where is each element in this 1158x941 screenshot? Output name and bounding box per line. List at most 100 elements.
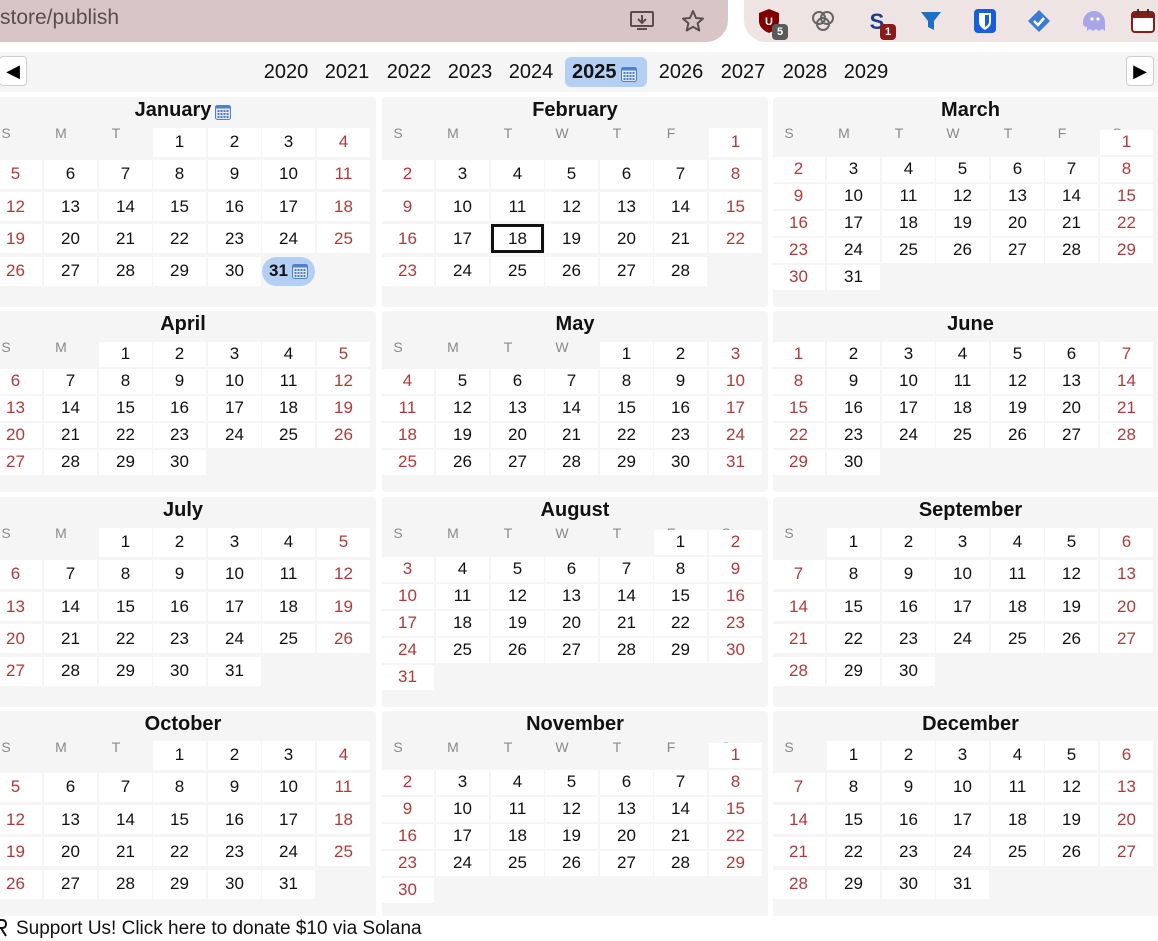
month-title[interactable]: April <box>0 313 376 336</box>
day-cell[interactable]: 9 <box>381 796 434 822</box>
month-title[interactable]: May <box>382 313 768 336</box>
day-cell[interactable]: 21 <box>1100 395 1153 421</box>
day-cell[interactable]: 26 <box>491 637 544 663</box>
day-cell[interactable]: 10 <box>436 796 489 822</box>
day-cell[interactable]: 22 <box>600 422 653 448</box>
day-cell[interactable]: 23 <box>208 837 261 867</box>
day-cell[interactable]: 15 <box>709 796 762 822</box>
day-cell[interactable]: 23 <box>381 850 434 876</box>
day-cell[interactable]: 8 <box>153 772 206 802</box>
month-title[interactable]: February <box>382 99 768 122</box>
bookmark-star-icon[interactable] <box>676 4 710 38</box>
day-cell[interactable]: 22 <box>1100 210 1153 236</box>
month-title[interactable]: November <box>382 713 768 736</box>
day-cell[interactable]: 27 <box>0 449 42 475</box>
day-cell[interactable]: 31 <box>262 869 315 899</box>
day-cell[interactable]: 18 <box>317 192 370 222</box>
month-title[interactable]: September <box>773 499 1158 522</box>
day-cell[interactable]: 3 <box>208 341 261 367</box>
day-cell[interactable]: 8 <box>827 772 880 802</box>
year-2024[interactable]: 2024 <box>507 57 555 87</box>
day-cell[interactable]: 9 <box>153 559 206 589</box>
day-cell[interactable]: 9 <box>208 159 261 189</box>
day-cell[interactable]: 25 <box>317 224 370 254</box>
day-cell[interactable]: 30 <box>709 637 762 663</box>
day-cell[interactable]: 4 <box>991 740 1044 770</box>
day-cell[interactable]: 9 <box>772 183 825 209</box>
day-cell[interactable]: 10 <box>262 772 315 802</box>
day-cell[interactable]: 2 <box>882 740 935 770</box>
day-cell[interactable]: 18 <box>882 210 935 236</box>
day-cell[interactable]: 31 <box>709 449 762 475</box>
day-cell[interactable]: 27 <box>600 256 653 286</box>
day-cell[interactable]: 3 <box>882 341 935 367</box>
day-cell[interactable]: 22 <box>709 224 762 254</box>
day-cell[interactable]: 19 <box>0 837 42 867</box>
day-cell[interactable]: 1 <box>99 341 152 367</box>
day-cell[interactable]: 23 <box>208 224 261 254</box>
day-cell[interactable]: 16 <box>208 805 261 835</box>
day-cell[interactable]: 9 <box>709 556 762 582</box>
year-2020[interactable]: 2020 <box>262 57 310 87</box>
day-cell[interactable]: 20 <box>0 422 42 448</box>
day-cell[interactable]: 9 <box>882 559 935 589</box>
day-cell[interactable]: 5 <box>317 527 370 557</box>
day-cell[interactable]: 29 <box>1100 237 1153 263</box>
day-cell[interactable]: 20 <box>1100 805 1153 835</box>
day-cell[interactable]: 21 <box>44 624 97 654</box>
day-cell[interactable]: 11 <box>262 559 315 589</box>
day-cell[interactable]: 3 <box>381 556 434 582</box>
day-cell[interactable]: 6 <box>600 769 653 795</box>
day-cell[interactable]: 16 <box>153 592 206 622</box>
day-cell[interactable]: 23 <box>381 256 434 286</box>
day-cell[interactable]: 21 <box>99 224 152 254</box>
day-cell[interactable]: 16 <box>208 192 261 222</box>
day-cell[interactable]: 16 <box>882 805 935 835</box>
day-cell[interactable]: 5 <box>545 769 598 795</box>
day-cell[interactable]: 7 <box>1100 341 1153 367</box>
month-title[interactable]: August <box>382 499 768 522</box>
day-cell[interactable]: 21 <box>1045 210 1098 236</box>
day-cell[interactable]: 7 <box>654 769 707 795</box>
day-cell[interactable]: 2 <box>772 156 825 182</box>
day-cell[interactable]: 29 <box>153 256 206 286</box>
day-cell[interactable]: 31 <box>936 869 989 899</box>
day-cell[interactable]: 1 <box>1100 129 1153 155</box>
cloud-icon[interactable] <box>808 6 838 36</box>
day-cell[interactable]: 6 <box>44 159 97 189</box>
day-cell[interactable]: 17 <box>709 395 762 421</box>
day-cell[interactable]: 13 <box>1045 368 1098 394</box>
day-cell[interactable]: 18 <box>491 823 544 849</box>
day-cell[interactable]: 12 <box>936 183 989 209</box>
day-cell[interactable]: 29 <box>772 449 825 475</box>
day-cell[interactable]: 2 <box>208 127 261 157</box>
day-cell[interactable]: 19 <box>436 422 489 448</box>
day-cell[interactable]: 19 <box>317 592 370 622</box>
year-2026[interactable]: 2026 <box>657 57 705 87</box>
day-cell[interactable]: 8 <box>709 769 762 795</box>
day-cell[interactable]: 10 <box>709 368 762 394</box>
day-cell[interactable]: 6 <box>1100 527 1153 557</box>
next-year-button[interactable]: ▶ <box>1126 56 1154 86</box>
day-cell[interactable]: 29 <box>600 449 653 475</box>
day-cell-today[interactable]: 18 <box>491 224 544 254</box>
day-cell[interactable]: 27 <box>991 237 1044 263</box>
day-cell[interactable]: 24 <box>936 624 989 654</box>
day-cell[interactable]: 20 <box>0 624 42 654</box>
day-cell[interactable]: 2 <box>208 740 261 770</box>
day-cell[interactable]: 23 <box>709 610 762 636</box>
day-cell[interactable]: 13 <box>491 395 544 421</box>
day-cell[interactable]: 21 <box>654 823 707 849</box>
day-cell[interactable]: 15 <box>99 592 152 622</box>
day-cell[interactable]: 7 <box>545 368 598 394</box>
day-cell[interactable]: 13 <box>600 192 653 222</box>
day-cell[interactable]: 12 <box>491 583 544 609</box>
day-cell[interactable]: 24 <box>381 637 434 663</box>
year-2023[interactable]: 2023 <box>446 57 494 87</box>
day-cell[interactable]: 10 <box>208 368 261 394</box>
day-cell[interactable]: 23 <box>772 237 825 263</box>
day-cell[interactable]: 4 <box>991 527 1044 557</box>
day-cell[interactable]: 17 <box>208 395 261 421</box>
day-cell[interactable]: 5 <box>936 156 989 182</box>
day-cell[interactable]: 5 <box>317 341 370 367</box>
